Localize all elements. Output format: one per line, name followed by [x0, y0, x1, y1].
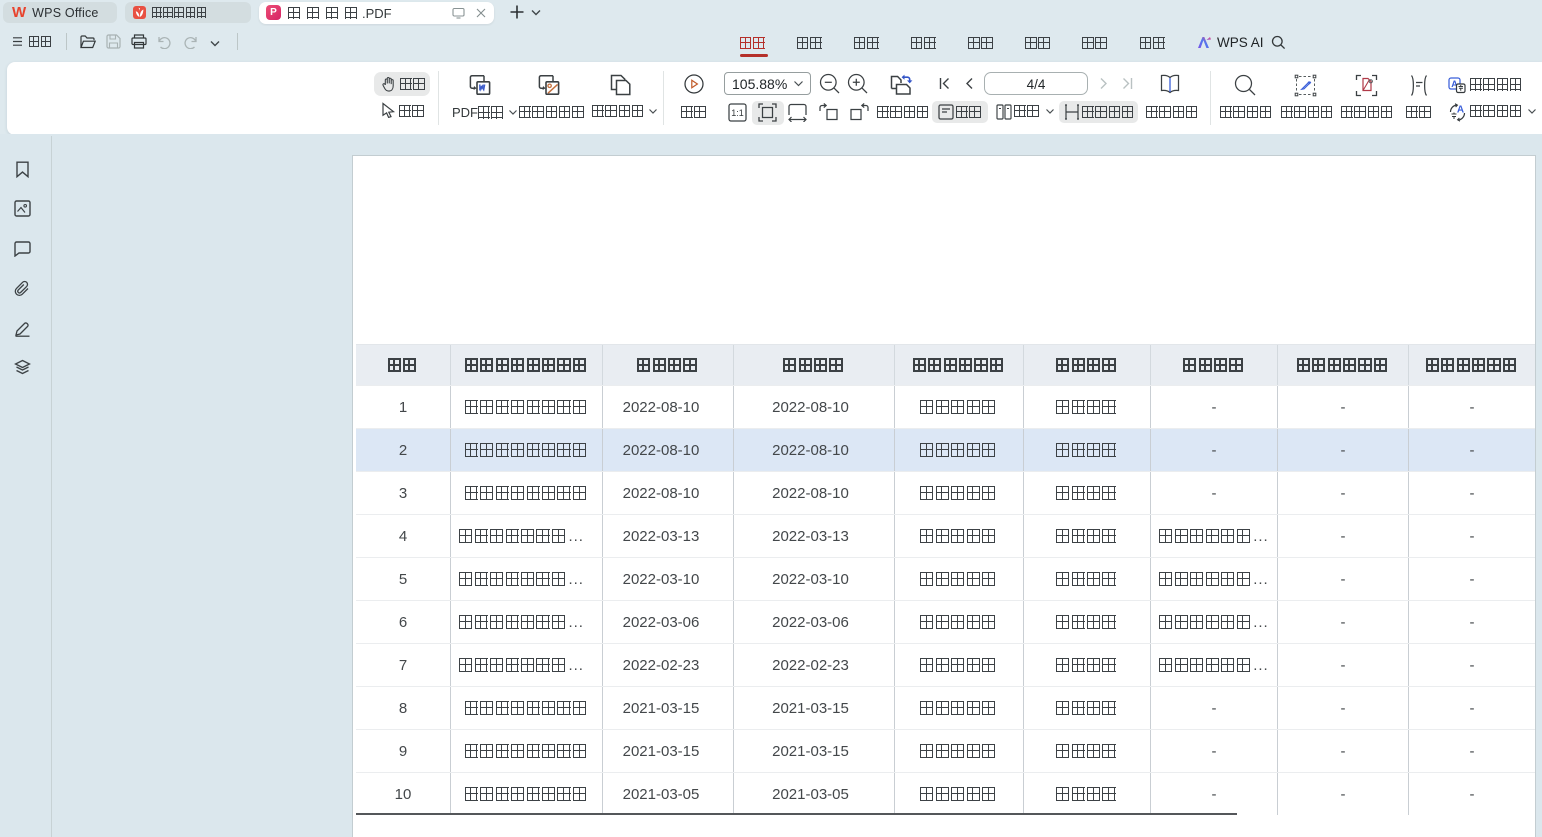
svg-text:1:1: 1:1 [731, 108, 744, 118]
svg-text:A: A [1457, 105, 1464, 116]
